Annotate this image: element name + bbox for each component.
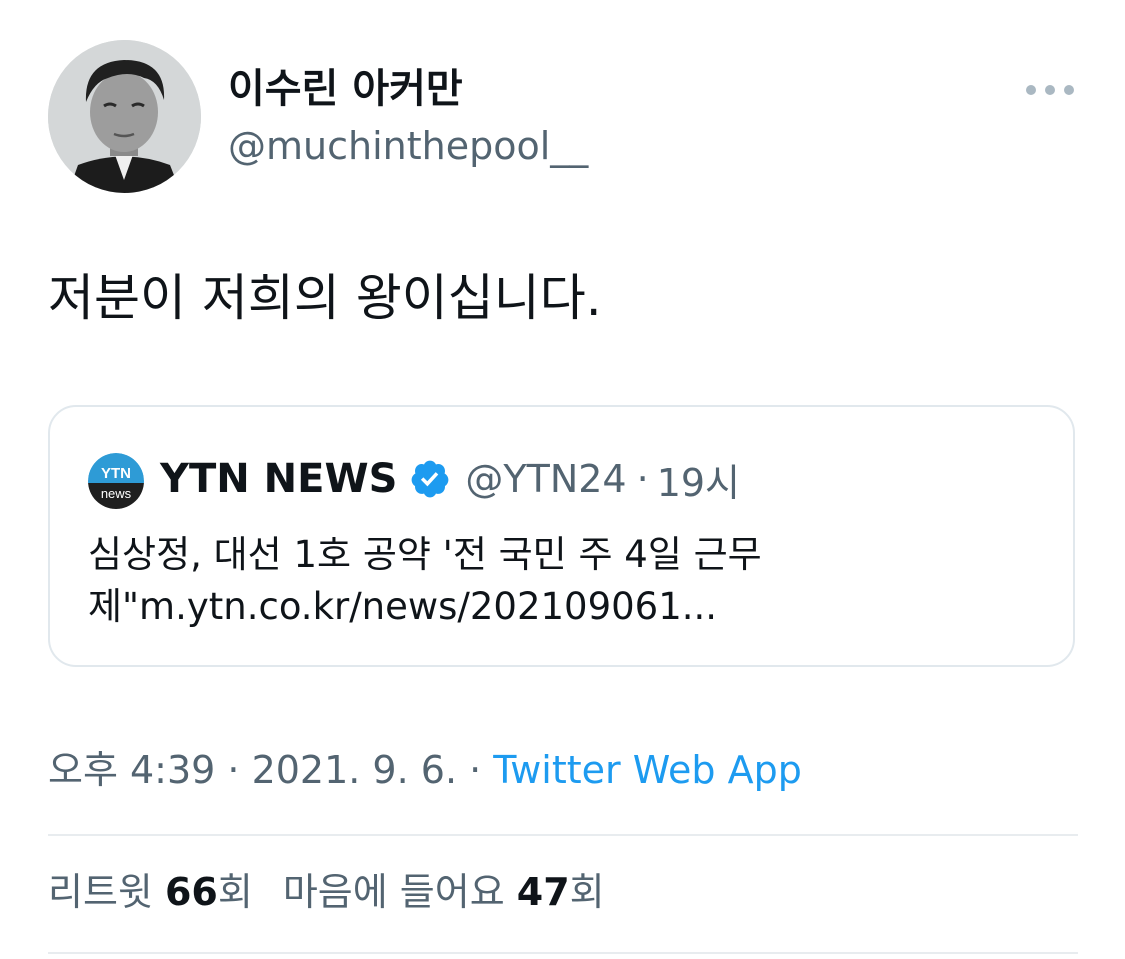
more-dot [1045, 85, 1055, 95]
retweet-unit: 회 [217, 870, 253, 914]
like-stat[interactable]: 마음에 들어요 47회 [283, 870, 605, 914]
tweet-meta: 오후 4:39 · 2021. 9. 6. · Twitter Web App [48, 744, 802, 796]
quoted-tweet-card[interactable]: YTN news YTN NEWS @YTN24 · 19시 심상정, 대선 1… [48, 405, 1075, 667]
quoted-tweet-header: YTN NEWS @YTN24 · 19시 [160, 451, 740, 507]
divider [48, 834, 1078, 836]
ytn-logo-icon: YTN news [88, 453, 144, 509]
more-horizontal-icon[interactable] [1026, 80, 1074, 100]
retweet-label: 리트윗 [48, 870, 165, 914]
like-count: 47 [516, 870, 570, 914]
quoted-author-name[interactable]: YTN NEWS [160, 456, 397, 502]
ytn-logo-subtext: news [101, 486, 132, 501]
avatar-photo [48, 40, 201, 193]
quoted-body-line: 심상정, 대선 1호 공약 '전 국민 주 4일 근무 [88, 533, 762, 576]
more-dot [1064, 85, 1074, 95]
more-dot [1026, 85, 1036, 95]
separator-dot: · [636, 457, 649, 501]
tweet-source-link[interactable]: Twitter Web App [493, 748, 802, 792]
quoted-body-line[interactable]: 제"m.ytn.co.kr/news/202109061... [88, 581, 1038, 633]
ytn-logo-text: YTN [101, 465, 131, 482]
like-label: 마음에 들어요 [282, 870, 517, 914]
divider [48, 952, 1078, 954]
tweet-timestamp[interactable]: 오후 4:39 · 2021. 9. 6. · [48, 748, 493, 792]
author-handle[interactable]: @muchinthepool__ [228, 122, 588, 170]
tweet-stats: 리트윗 66회 마음에 들어요 47회 [48, 866, 605, 918]
quoted-tweet-body: 심상정, 대선 1호 공약 '전 국민 주 4일 근무 제"m.ytn.co.k… [88, 529, 1038, 633]
tweet-text: 저분이 저희의 왕이십니다. [48, 269, 602, 327]
quoted-author-handle[interactable]: @YTN24 [465, 457, 626, 501]
quoted-tweet-time[interactable]: 19시 [657, 452, 740, 507]
retweet-stat[interactable]: 리트윗 66회 [48, 870, 253, 914]
avatar[interactable] [48, 40, 201, 193]
retweet-count: 66 [164, 870, 218, 914]
like-unit: 회 [569, 870, 605, 914]
verified-badge-icon [409, 458, 451, 500]
tweet-detail-page: 이수린 아커만 @muchinthepool__ 저분이 저희의 왕이십니다. … [0, 0, 1125, 959]
author-display-name[interactable]: 이수린 아커만 [228, 64, 463, 114]
